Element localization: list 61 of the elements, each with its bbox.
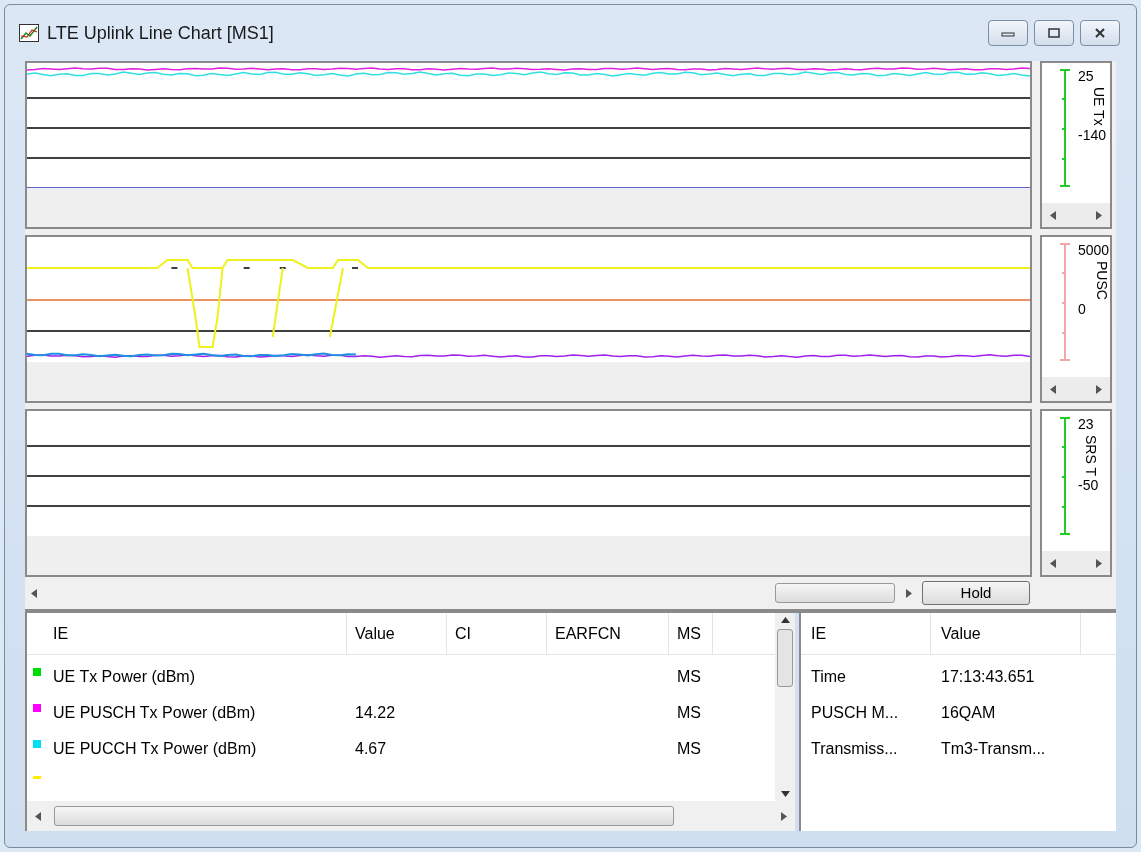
scrollbar-thumb[interactable]	[775, 583, 895, 603]
line-chart-icon	[19, 24, 39, 42]
axis-max-label: 5000	[1078, 243, 1110, 257]
axis-scale-icon	[1060, 417, 1070, 535]
vertical-scrollbar[interactable]	[775, 613, 795, 801]
table-cell: PUSCH M...	[811, 704, 899, 721]
axis-scale-icon	[1060, 69, 1070, 187]
scroll-up-icon[interactable]	[780, 617, 790, 623]
table-cell: Tm3-Transm...	[941, 740, 1046, 757]
table-cell: UE PUSCH Tx Power (dBm)	[53, 704, 256, 721]
axis-min-label: 0	[1078, 301, 1087, 316]
horizontal-scrollbar[interactable]	[27, 801, 795, 831]
axis-scale-icon	[1060, 243, 1070, 361]
scrollbar-thumb[interactable]	[54, 806, 674, 826]
table-cell: MS	[677, 704, 701, 721]
table-cell: MS	[677, 668, 701, 685]
table-cell: Transmiss...	[811, 740, 898, 757]
column-header[interactable]: IE	[45, 613, 347, 654]
axis-min-label: -140	[1078, 127, 1107, 142]
scroll-left-icon[interactable]	[1050, 558, 1057, 568]
scrollbar[interactable]	[1042, 551, 1110, 575]
column-header[interactable]: Value	[931, 613, 1081, 654]
close-button[interactable]	[1080, 20, 1120, 46]
scroll-left-icon[interactable]	[35, 811, 42, 821]
column-header[interactable]: IE	[801, 613, 931, 654]
column-header[interactable]: Value	[347, 613, 447, 654]
scroll-right-icon[interactable]	[905, 588, 912, 598]
axis-max-label: 25	[1078, 69, 1095, 83]
scrollbar-thumb[interactable]	[777, 629, 793, 687]
scroll-right-icon[interactable]	[1095, 558, 1102, 568]
table-cell: UE Tx Power (dBm)	[53, 668, 195, 685]
column-header[interactable]: EARFCN	[547, 613, 669, 654]
axis-title: PUSC	[1093, 261, 1110, 300]
hold-button[interactable]: Hold	[922, 581, 1030, 605]
table-cell: MS	[677, 740, 701, 757]
scroll-down-icon[interactable]	[780, 791, 790, 797]
scrollbar[interactable]	[1042, 377, 1110, 401]
table-cell: 17:13:43.651	[941, 668, 1035, 685]
scroll-left-icon[interactable]	[1050, 384, 1057, 394]
table-cell: 4.67	[355, 740, 387, 757]
table-cell: UE PUCCH Tx Power (dBm)	[53, 740, 257, 757]
table-cell: 16QAM	[941, 704, 996, 721]
axis-min-label: -50	[1078, 478, 1099, 492]
maximize-icon	[1047, 28, 1061, 38]
axis-title: SRS T	[1082, 435, 1099, 476]
table-cell: 14.22	[355, 704, 396, 721]
axis-title: UE Tx	[1090, 87, 1107, 126]
scroll-right-icon[interactable]	[1095, 384, 1102, 394]
scroll-left-icon[interactable]	[31, 588, 38, 598]
column-header[interactable]: MS	[669, 613, 713, 654]
scroll-left-icon[interactable]	[1050, 210, 1057, 220]
close-icon	[1093, 28, 1107, 38]
scroll-right-icon[interactable]	[780, 811, 787, 821]
axis-max-label: 23	[1078, 417, 1095, 431]
table-cell: Time	[811, 668, 846, 685]
minimize-button[interactable]	[988, 20, 1028, 46]
column-header[interactable]: CI	[447, 613, 547, 654]
window-title: LTE Uplink Line Chart [MS1]	[47, 21, 274, 45]
maximize-button[interactable]	[1034, 20, 1074, 46]
scrollbar[interactable]	[1042, 203, 1110, 227]
scroll-right-icon[interactable]	[1095, 210, 1102, 220]
